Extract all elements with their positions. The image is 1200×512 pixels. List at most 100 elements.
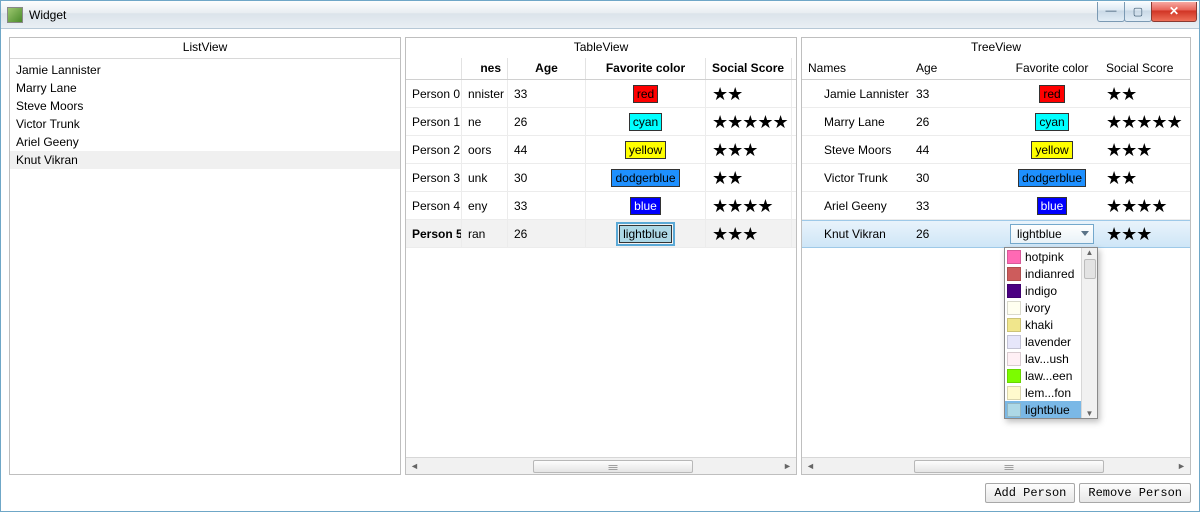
color-chip[interactable]: blue	[630, 197, 661, 215]
cell-favcolor[interactable]: lightblue	[586, 220, 706, 247]
dropdown-option-label: lavender	[1025, 335, 1077, 349]
list-item[interactable]: Knut Vikran	[10, 151, 400, 169]
cell-favcolor[interactable]: blue	[1004, 192, 1100, 219]
scroll-down-icon[interactable]: ▼	[1086, 409, 1094, 418]
dropdown-option-label: ivory	[1025, 301, 1077, 315]
color-chip[interactable]: red	[1039, 85, 1064, 103]
tree-header-favcolor[interactable]: Favorite color	[1004, 58, 1100, 79]
cell-name-fragment: ne	[462, 108, 508, 135]
panels: ListView Jamie LannisterMarry LaneSteve …	[9, 37, 1191, 475]
scroll-right-icon[interactable]: ►	[779, 458, 796, 475]
scroll-right-icon[interactable]: ►	[1173, 458, 1190, 475]
cell-name-fragment: oors	[462, 136, 508, 163]
listview[interactable]: Jamie LannisterMarry LaneSteve MoorsVict…	[10, 58, 400, 474]
color-chip[interactable]: lightblue	[619, 225, 672, 243]
table-row[interactable]: Person 4eny33blue★★★★	[406, 192, 796, 220]
color-dropdown[interactable]: hotpink indianredindigo ivorykhaki lavender…	[1004, 247, 1098, 419]
table-hscrollbar[interactable]: ◄ ►	[406, 457, 796, 474]
minimize-button[interactable]: —	[1097, 2, 1125, 22]
color-chip[interactable]: dodgerblue	[1018, 169, 1086, 187]
tree-header-names[interactable]: Names	[802, 58, 910, 79]
add-person-button[interactable]: Add Person	[985, 483, 1075, 503]
dropdown-option[interactable]: hotpink	[1005, 248, 1081, 265]
dropdown-option[interactable]: lav...ush	[1005, 350, 1081, 367]
scroll-left-icon[interactable]: ◄	[406, 458, 423, 475]
dropdown-option[interactable]: lightblue	[1005, 401, 1081, 418]
cell-favcolor[interactable]: dodgerblue	[1004, 164, 1100, 191]
dropdown-option[interactable]: ivory	[1005, 299, 1081, 316]
color-chip[interactable]: yellow	[1031, 141, 1072, 159]
table-row[interactable]: Person 5ran26lightblue★★★	[406, 220, 796, 248]
dropdown-option-label: indianred	[1025, 267, 1077, 281]
list-item[interactable]: Jamie Lannister	[10, 61, 400, 79]
color-chip[interactable]: cyan	[629, 113, 662, 131]
dropdown-option[interactable]: lavender	[1005, 333, 1081, 350]
list-item[interactable]: Marry Lane	[10, 79, 400, 97]
window-buttons: — ▢ ✕	[1097, 2, 1197, 22]
dropdown-scrollbar[interactable]: ▲ ▼	[1081, 248, 1097, 418]
cell-name: Steve Moors	[802, 136, 910, 163]
color-combobox[interactable]: lightblue	[1010, 224, 1094, 244]
chevron-down-icon	[1081, 231, 1089, 236]
table-row[interactable]: Person 1ne26cyan★★★★★	[406, 108, 796, 136]
tree-row[interactable]: Jamie Lannister33red★★	[802, 80, 1190, 108]
cell-favcolor[interactable]: blue	[586, 192, 706, 219]
close-button[interactable]: ✕	[1151, 2, 1197, 22]
list-item[interactable]: Victor Trunk	[10, 115, 400, 133]
table-header-id[interactable]	[406, 58, 462, 79]
tree-hscrollbar[interactable]: ◄ ►	[802, 457, 1190, 474]
cell-person-id: Person 3	[406, 164, 462, 191]
cell-favcolor[interactable]: cyan	[586, 108, 706, 135]
tree-header-score[interactable]: Social Score	[1100, 58, 1190, 79]
tree-header-age[interactable]: Age	[910, 58, 1004, 79]
tree-row[interactable]: Knut Vikran26lightblue★★★	[802, 220, 1190, 248]
table-header-names[interactable]: nes	[462, 58, 508, 79]
cell-favcolor[interactable]: red	[1004, 80, 1100, 107]
dropdown-option[interactable]: lem...fon	[1005, 384, 1081, 401]
titlebar: Widget — ▢ ✕	[1, 1, 1199, 29]
cell-favcolor[interactable]: dodgerblue	[586, 164, 706, 191]
tree-row[interactable]: Ariel Geeny33blue★★★★	[802, 192, 1190, 220]
tree-row[interactable]: Steve Moors44yellow★★★	[802, 136, 1190, 164]
cell-score: ★★	[1100, 80, 1190, 107]
remove-person-button[interactable]: Remove Person	[1079, 483, 1191, 503]
cell-favcolor[interactable]: yellow	[1004, 136, 1100, 163]
table-row[interactable]: Person 2oors44yellow★★★	[406, 136, 796, 164]
cell-favcolor[interactable]: cyan	[1004, 108, 1100, 135]
dropdown-option[interactable]: law...een	[1005, 367, 1081, 384]
cell-favcolor[interactable]: lightblue	[1004, 221, 1100, 247]
maximize-button[interactable]: ▢	[1124, 2, 1152, 22]
cell-favcolor[interactable]: yellow	[586, 136, 706, 163]
tree-row[interactable]: Marry Lane26cyan★★★★★	[802, 108, 1190, 136]
list-item[interactable]: Steve Moors	[10, 97, 400, 115]
color-chip[interactable]: yellow	[625, 141, 666, 159]
star-icon: ★★	[1106, 85, 1136, 103]
table-header-score[interactable]: Social Score	[706, 58, 792, 79]
scroll-left-icon[interactable]: ◄	[802, 458, 819, 475]
color-swatch-icon	[1007, 267, 1021, 281]
color-chip[interactable]: red	[633, 85, 658, 103]
dropdown-option[interactable]: indigo	[1005, 282, 1081, 299]
dropdown-option-label: hotpink	[1025, 250, 1077, 264]
cell-favcolor[interactable]: red	[586, 80, 706, 107]
star-icon: ★★	[1106, 169, 1136, 187]
cell-name: Marry Lane	[802, 108, 910, 135]
tableview[interactable]: nes Age Favorite color Social Score Pers…	[406, 58, 796, 474]
color-chip[interactable]: cyan	[1035, 113, 1068, 131]
color-chip[interactable]: dodgerblue	[611, 169, 679, 187]
table-row[interactable]: Person 0nnister33red★★	[406, 80, 796, 108]
star-icon: ★★★	[1106, 141, 1151, 159]
treeview[interactable]: Names Age Favorite color Social Score Ja…	[802, 58, 1190, 474]
color-chip[interactable]: blue	[1037, 197, 1068, 215]
scroll-thumb[interactable]	[1084, 259, 1096, 279]
tree-body: Jamie Lannister33red★★Marry Lane26cyan★★…	[802, 80, 1190, 457]
dropdown-option[interactable]: indianred	[1005, 265, 1081, 282]
scroll-up-icon[interactable]: ▲	[1086, 248, 1094, 257]
list-item[interactable]: Ariel Geeny	[10, 133, 400, 151]
table-row[interactable]: Person 3unk30dodgerblue★★	[406, 164, 796, 192]
dropdown-option[interactable]: khaki	[1005, 316, 1081, 333]
table-header-favcolor[interactable]: Favorite color	[586, 58, 706, 79]
tree-row[interactable]: Victor Trunk30dodgerblue★★	[802, 164, 1190, 192]
table-header-age[interactable]: Age	[508, 58, 586, 79]
cell-age: 26	[910, 221, 1004, 247]
